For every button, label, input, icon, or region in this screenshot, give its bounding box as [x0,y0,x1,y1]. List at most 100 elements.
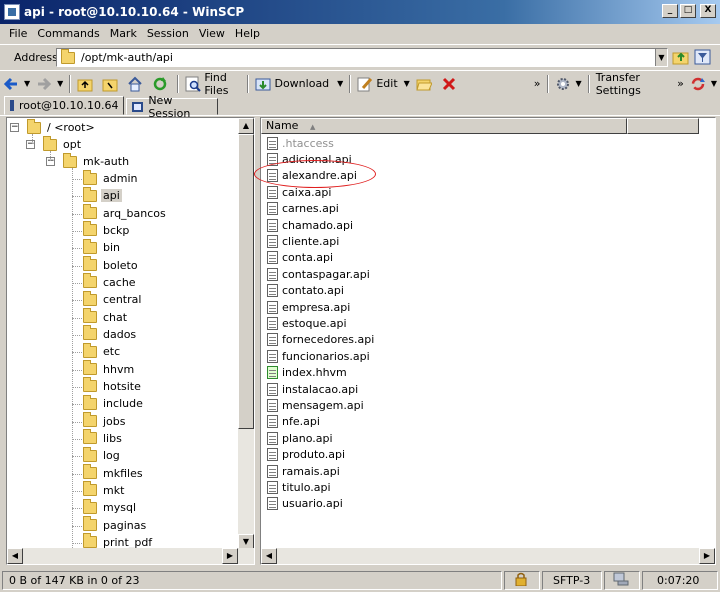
chevron-down-icon[interactable]: ▼ [576,79,582,88]
chevron-down-icon[interactable]: ▼ [24,79,30,88]
chevron-down-icon[interactable]: ▼ [57,79,63,88]
file-row[interactable]: plano.api [267,430,333,446]
chevron-down-icon[interactable]: ▼ [404,79,410,88]
parent-directory-button[interactable] [74,73,99,95]
file-row[interactable]: contaspagar.api [267,266,370,282]
file-row[interactable]: funcionarios.api [267,348,370,364]
tree-item-mkfiles[interactable]: mkfiles [83,464,145,482]
tree-item-etc[interactable]: etc [83,342,122,360]
scroll-right-button[interactable]: ▶ [222,548,238,564]
file-row[interactable]: estoque.api [267,315,347,331]
preferences-button[interactable]: ▼ [552,73,585,95]
menu-commands[interactable]: Commands [32,27,104,40]
edit-button[interactable]: Edit ▼ [354,73,412,95]
menu-file[interactable]: File [4,27,32,40]
file-row[interactable]: cliente.api [267,233,339,249]
file-row[interactable]: empresa.api [267,299,350,315]
tree-horizontal-scrollbar[interactable]: ◀ ▶ [7,548,254,564]
tree-item-bckp[interactable]: bckp [83,221,131,239]
file-row[interactable]: adicional.api [267,151,352,167]
tree-item-boleto[interactable]: boleto [83,256,140,274]
scroll-left-button[interactable]: ◀ [261,548,277,564]
file-row[interactable]: carnes.api [267,201,339,217]
open-folder-button[interactable] [413,73,438,95]
file-row[interactable]: nfe.api [267,414,320,430]
tree-item-hotsite[interactable]: hotsite [83,377,143,395]
parent-folder-icon[interactable] [672,49,690,68]
tree-item-chat[interactable]: chat [83,308,129,326]
sync-button[interactable]: ▼ [687,73,720,95]
file-row[interactable]: conta.api [267,250,333,266]
scroll-up-button[interactable]: ▲ [238,118,254,134]
filter-icon[interactable] [694,49,712,68]
file-row[interactable]: ramais.api [267,463,340,479]
tree-item-root[interactable]: − / <root> [10,118,97,136]
file-row[interactable]: contato.api [267,283,344,299]
tree-item-hhvm[interactable]: hhvm [83,360,136,378]
tree-vertical-scrollbar[interactable]: ▲ ▼ [238,118,254,550]
expander-minus-icon[interactable]: − [10,123,19,132]
file-row[interactable]: titulo.api [267,479,331,495]
file-row[interactable]: usuario.api [267,496,343,512]
scroll-left-button[interactable]: ◀ [7,548,23,564]
file-row[interactable]: instalacao.api [267,381,358,397]
menu-mark[interactable]: Mark [105,27,142,40]
tab-new-session[interactable]: New Session [126,94,218,120]
tree-item-cache[interactable]: cache [83,273,138,291]
close-button[interactable]: X [700,4,716,18]
file-row[interactable]: alexandre.api [267,168,357,184]
file-row[interactable]: caixa.api [267,184,331,200]
transfer-settings-button[interactable]: Transfer Settings [593,71,674,97]
tab-session[interactable]: root@10.10.10.64 [4,96,124,115]
tree-item-bin[interactable]: bin [83,238,122,256]
menu-view[interactable]: View [194,27,230,40]
tree-item-log[interactable]: log [83,446,122,464]
chevron-down-icon[interactable]: ▼ [337,79,343,88]
address-field[interactable]: /opt/mk-auth/api ▼ [56,48,668,67]
file-row[interactable]: fornecedores.api [267,332,374,348]
tree-item-dados[interactable]: dados [83,325,138,343]
tree-connector [72,542,82,544]
file-row[interactable]: index.hhvm [267,365,347,381]
column-size-header[interactable] [627,118,699,134]
file-row[interactable]: produto.api [267,447,345,463]
scroll-right-button[interactable]: ▶ [699,548,715,564]
chevron-down-icon[interactable]: ▼ [655,49,667,66]
toolbar-overflow-2[interactable]: » [674,73,687,95]
file-list-horizontal-scrollbar[interactable]: ◀ ▶ [261,548,715,564]
download-button[interactable]: Download ▼ [252,73,346,95]
column-name-header[interactable]: Name ▲ [261,118,627,134]
minimize-button[interactable]: _ [662,4,678,18]
tree-item-paginas[interactable]: paginas [83,516,148,534]
expander-minus-icon[interactable]: − [26,140,35,149]
tree-item-mysql[interactable]: mysql [83,498,138,516]
root-directory-button[interactable] [99,73,124,95]
tree-item-mk-auth[interactable]: − mk-auth [46,152,131,170]
file-row[interactable]: chamado.api [267,217,353,233]
forward-button[interactable]: ▼ [33,73,66,95]
tree-item-include[interactable]: include [83,394,145,412]
scroll-thumb[interactable] [238,134,254,429]
tree-item-api[interactable]: api [83,186,122,204]
tree-item-jobs[interactable]: jobs [83,412,128,430]
directory-tree[interactable]: − / <root> − opt − mk-auth admin api arq_bancos b… [6,117,255,565]
tree-item-arq_bancos[interactable]: arq_bancos [83,204,168,222]
tree-item-mkt[interactable]: mkt [83,481,126,499]
menu-help[interactable]: Help [230,27,265,40]
home-directory-button[interactable] [124,73,149,95]
tree-item-admin[interactable]: admin [83,169,139,187]
menu-session[interactable]: Session [142,27,194,40]
file-row[interactable]: mensagem.api [267,397,364,413]
back-button[interactable]: ▼ [0,73,33,95]
chevron-down-icon[interactable]: ▼ [711,79,717,88]
file-row[interactable]: .htaccess [267,135,334,151]
maximize-button[interactable]: □ [680,4,696,18]
refresh-button[interactable] [149,73,174,95]
delete-button[interactable] [438,73,463,95]
tree-item-central[interactable]: central [83,290,143,308]
tree-item-libs[interactable]: libs [83,429,124,447]
find-files-button[interactable]: Find Files [182,71,244,97]
tree-item-opt[interactable]: − opt [26,135,83,153]
toolbar-overflow[interactable]: » [531,73,544,95]
file-list[interactable]: Name ▲ .htaccess adicional.api alexandre.a… [260,117,716,565]
